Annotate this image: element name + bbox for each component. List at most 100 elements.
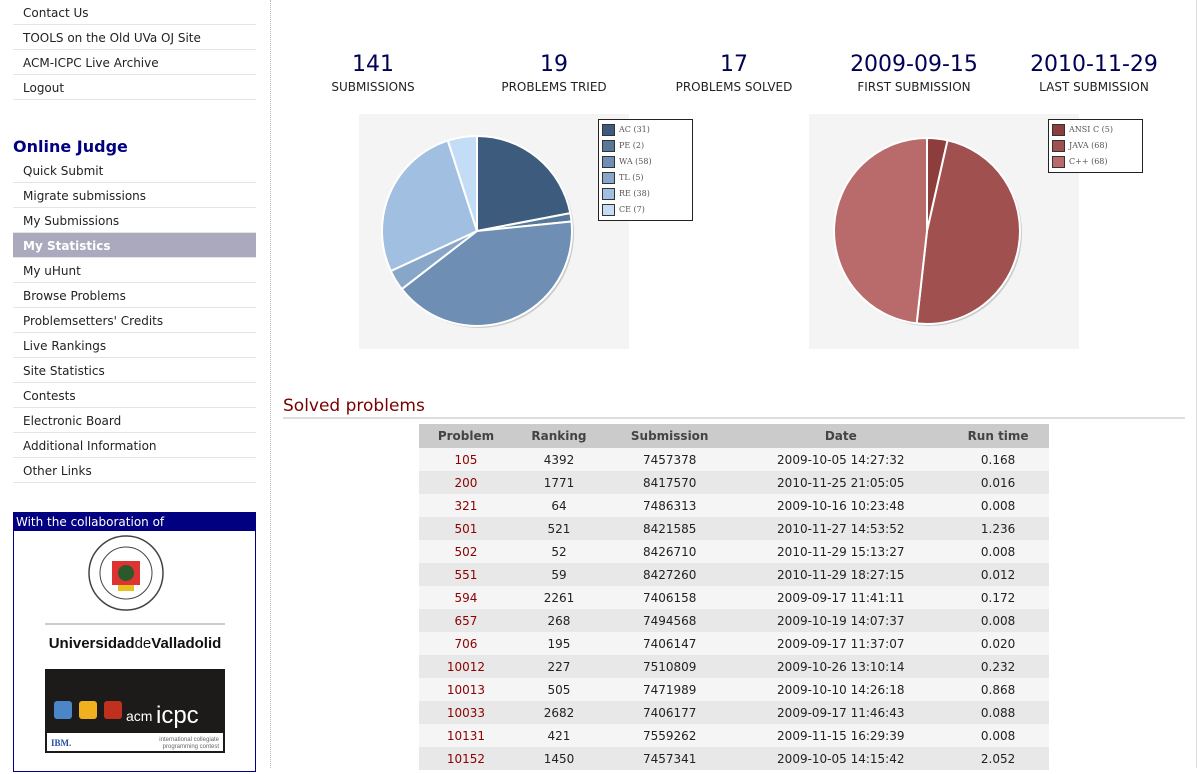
cell-run-time: 0.008 <box>947 609 1049 632</box>
sidebar-item-quick-submit[interactable]: Quick Submit <box>13 158 256 183</box>
problem-link[interactable]: 321 <box>455 499 478 513</box>
menu-item-tools-on-the-old-uva-oj-site[interactable]: TOOLS on the Old UVa OJ Site <box>13 25 256 50</box>
cell-problem: 200 <box>419 471 513 494</box>
legend-swatch <box>602 124 615 136</box>
cell-submission: 7457378 <box>604 448 735 471</box>
cell-ranking: 227 <box>512 655 605 678</box>
sidebar-item-migrate-submissions[interactable]: Migrate submissions <box>13 183 256 208</box>
problem-link[interactable]: 657 <box>455 614 478 628</box>
cell-submission: 8426710 <box>604 540 735 563</box>
cell-date: 2009-09-17 11:46:43 <box>734 701 948 724</box>
table-row: 10012 227 7510809 2009-10-26 13:10:14 0.232 <box>419 655 1049 678</box>
sidebar-item-my-statistics[interactable]: My Statistics <box>13 233 256 258</box>
problem-link[interactable]: 551 <box>455 568 478 582</box>
cell-date: 2009-10-05 14:27:32 <box>734 448 948 471</box>
legend-swatch <box>602 188 615 200</box>
cell-date: 2009-11-15 16:29:39 <box>734 724 948 747</box>
cell-ranking: 59 <box>512 563 605 586</box>
sidebar-item-my-uhunt[interactable]: My uHunt <box>13 258 256 283</box>
legend-label: ANSI C (5) <box>1069 125 1113 134</box>
sidebar-item-site-statistics[interactable]: Site Statistics <box>13 358 256 383</box>
legend-entry: C++ (68) <box>1052 154 1139 170</box>
sidebar-divider <box>270 0 271 768</box>
cell-ranking: 421 <box>512 724 605 747</box>
problem-link[interactable]: 706 <box>455 637 478 651</box>
table-row: 657 268 7494568 2009-10-19 14:07:37 0.008 <box>419 609 1049 632</box>
cell-problem: 10012 <box>419 655 513 678</box>
section-title: Online Judge <box>13 137 128 156</box>
stat-label: SUBMISSIONS <box>331 80 415 94</box>
sidebar-item-other-links[interactable]: Other Links <box>13 458 256 483</box>
cell-submission: 8417570 <box>604 471 735 494</box>
sidebar-item-contests[interactable]: Contests <box>13 383 256 408</box>
legend-entry: TL (5) <box>602 170 689 186</box>
sidebar-item-live-rankings[interactable]: Live Rankings <box>13 333 256 358</box>
cell-ranking: 1771 <box>512 471 605 494</box>
sidebar-item-problemsetters-credits[interactable]: Problemsetters' Credits <box>13 308 256 333</box>
problem-link[interactable]: 501 <box>455 522 478 536</box>
legend-entry: AC (31) <box>602 122 689 138</box>
problem-link[interactable]: 105 <box>455 453 478 467</box>
table-row: 105 4392 7457378 2009-10-05 14:27:32 0.168 <box>419 448 1049 471</box>
problem-link[interactable]: 10013 <box>447 683 485 697</box>
cell-date: 2010-11-29 18:27:15 <box>734 563 948 586</box>
table-row: 10013 505 7471989 2009-10-10 14:26:18 0.868 <box>419 678 1049 701</box>
problem-link[interactable]: 594 <box>455 591 478 605</box>
cell-date: 2009-10-10 14:26:18 <box>734 678 948 701</box>
online-judge-menu: Quick Submit Migrate submissions My Submis… <box>13 158 256 483</box>
cell-submission: 8421585 <box>604 517 735 540</box>
cell-date: 2009-09-17 11:37:07 <box>734 632 948 655</box>
uva-logo-text: UniversidaddeValladolid <box>49 635 222 652</box>
problem-link[interactable]: 502 <box>455 545 478 559</box>
collaboration-box: With the collaboration of UniversidaddeV… <box>13 512 256 772</box>
menu-item-logout[interactable]: Logout <box>13 75 256 100</box>
verdict-legend: AC (31) PE (2) WA (58) TL (5) RE (38) CE (7) <box>598 119 693 221</box>
cell-problem: 551 <box>419 563 513 586</box>
table-row: 10033 2682 7406177 2009-09-17 11:46:43 0.088 <box>419 701 1049 724</box>
menu-item-acm-icpc-live-archive[interactable]: ACM-ICPC Live Archive <box>13 50 256 75</box>
legend-label: C++ (68) <box>1069 157 1108 166</box>
legend-swatch <box>1052 156 1065 168</box>
stat-label: PROBLEMS TRIED <box>501 80 607 94</box>
solved-problems-table: Problem Ranking Submission Date Run time 105… <box>419 424 1049 770</box>
sidebar-item-electronic-board[interactable]: Electronic Board <box>13 408 256 433</box>
problem-link[interactable]: 10131 <box>447 729 485 743</box>
cell-date: 2010-11-27 14:53:52 <box>734 517 948 540</box>
cell-submission: 7510809 <box>604 655 735 678</box>
cell-date: 2009-10-05 14:15:42 <box>734 747 948 770</box>
problem-link[interactable]: 200 <box>455 476 478 490</box>
legend-label: PE (2) <box>619 141 645 150</box>
legend-entry: CE (7) <box>602 202 689 218</box>
cell-date: 2010-11-29 15:13:27 <box>734 540 948 563</box>
table-row: 10152 1450 7457341 2009-10-05 14:15:42 2.052 <box>419 747 1049 770</box>
column-ranking: Ranking <box>512 424 605 448</box>
cell-date: 2009-10-16 10:23:48 <box>734 494 948 517</box>
table-row: 501 521 8421585 2010-11-27 14:53:52 1.236 <box>419 517 1049 540</box>
cell-run-time: 0.008 <box>947 540 1049 563</box>
verdict-pie-chart: AC (31) PE (2) WA (58) TL (5) RE (38) CE (7) <box>359 114 693 349</box>
cell-problem: 105 <box>419 448 513 471</box>
stat-value: 141 <box>352 52 394 77</box>
legend-swatch <box>1052 124 1065 136</box>
menu-item-contact-us[interactable]: Contact Us <box>13 0 256 25</box>
stat-last-submission: 2010-11-29 LAST SUBMISSION <box>1004 52 1184 94</box>
sidebar-item-additional-information[interactable]: Additional Information <box>13 433 256 458</box>
sidebar-item-my-submissions[interactable]: My Submissions <box>13 208 256 233</box>
sponsor-logos: UniversidaddeValladolid acm icpc IBM. in… <box>45 535 225 753</box>
problem-link[interactable]: 10152 <box>447 752 485 766</box>
acm-icpc-logo: acm icpc IBM. international collegiate p… <box>45 669 225 753</box>
problem-link[interactable]: 10033 <box>447 706 485 720</box>
verdict-pie <box>381 134 574 328</box>
table-row: 594 2261 7406158 2009-09-17 11:41:11 0.172 <box>419 586 1049 609</box>
cell-ranking: 2261 <box>512 586 605 609</box>
cell-run-time: 0.232 <box>947 655 1049 678</box>
problem-link[interactable]: 10012 <box>447 660 485 674</box>
table-row: 706 195 7406147 2009-09-17 11:37:07 0.020 <box>419 632 1049 655</box>
sidebar-item-browse-problems[interactable]: Browse Problems <box>13 283 256 308</box>
cell-date: 2009-10-26 13:10:14 <box>734 655 948 678</box>
cell-submission: 7406158 <box>604 586 735 609</box>
cell-ranking: 64 <box>512 494 605 517</box>
stat-label: PROBLEMS SOLVED <box>675 80 793 94</box>
cell-ranking: 4392 <box>512 448 605 471</box>
legend-swatch <box>602 140 615 152</box>
